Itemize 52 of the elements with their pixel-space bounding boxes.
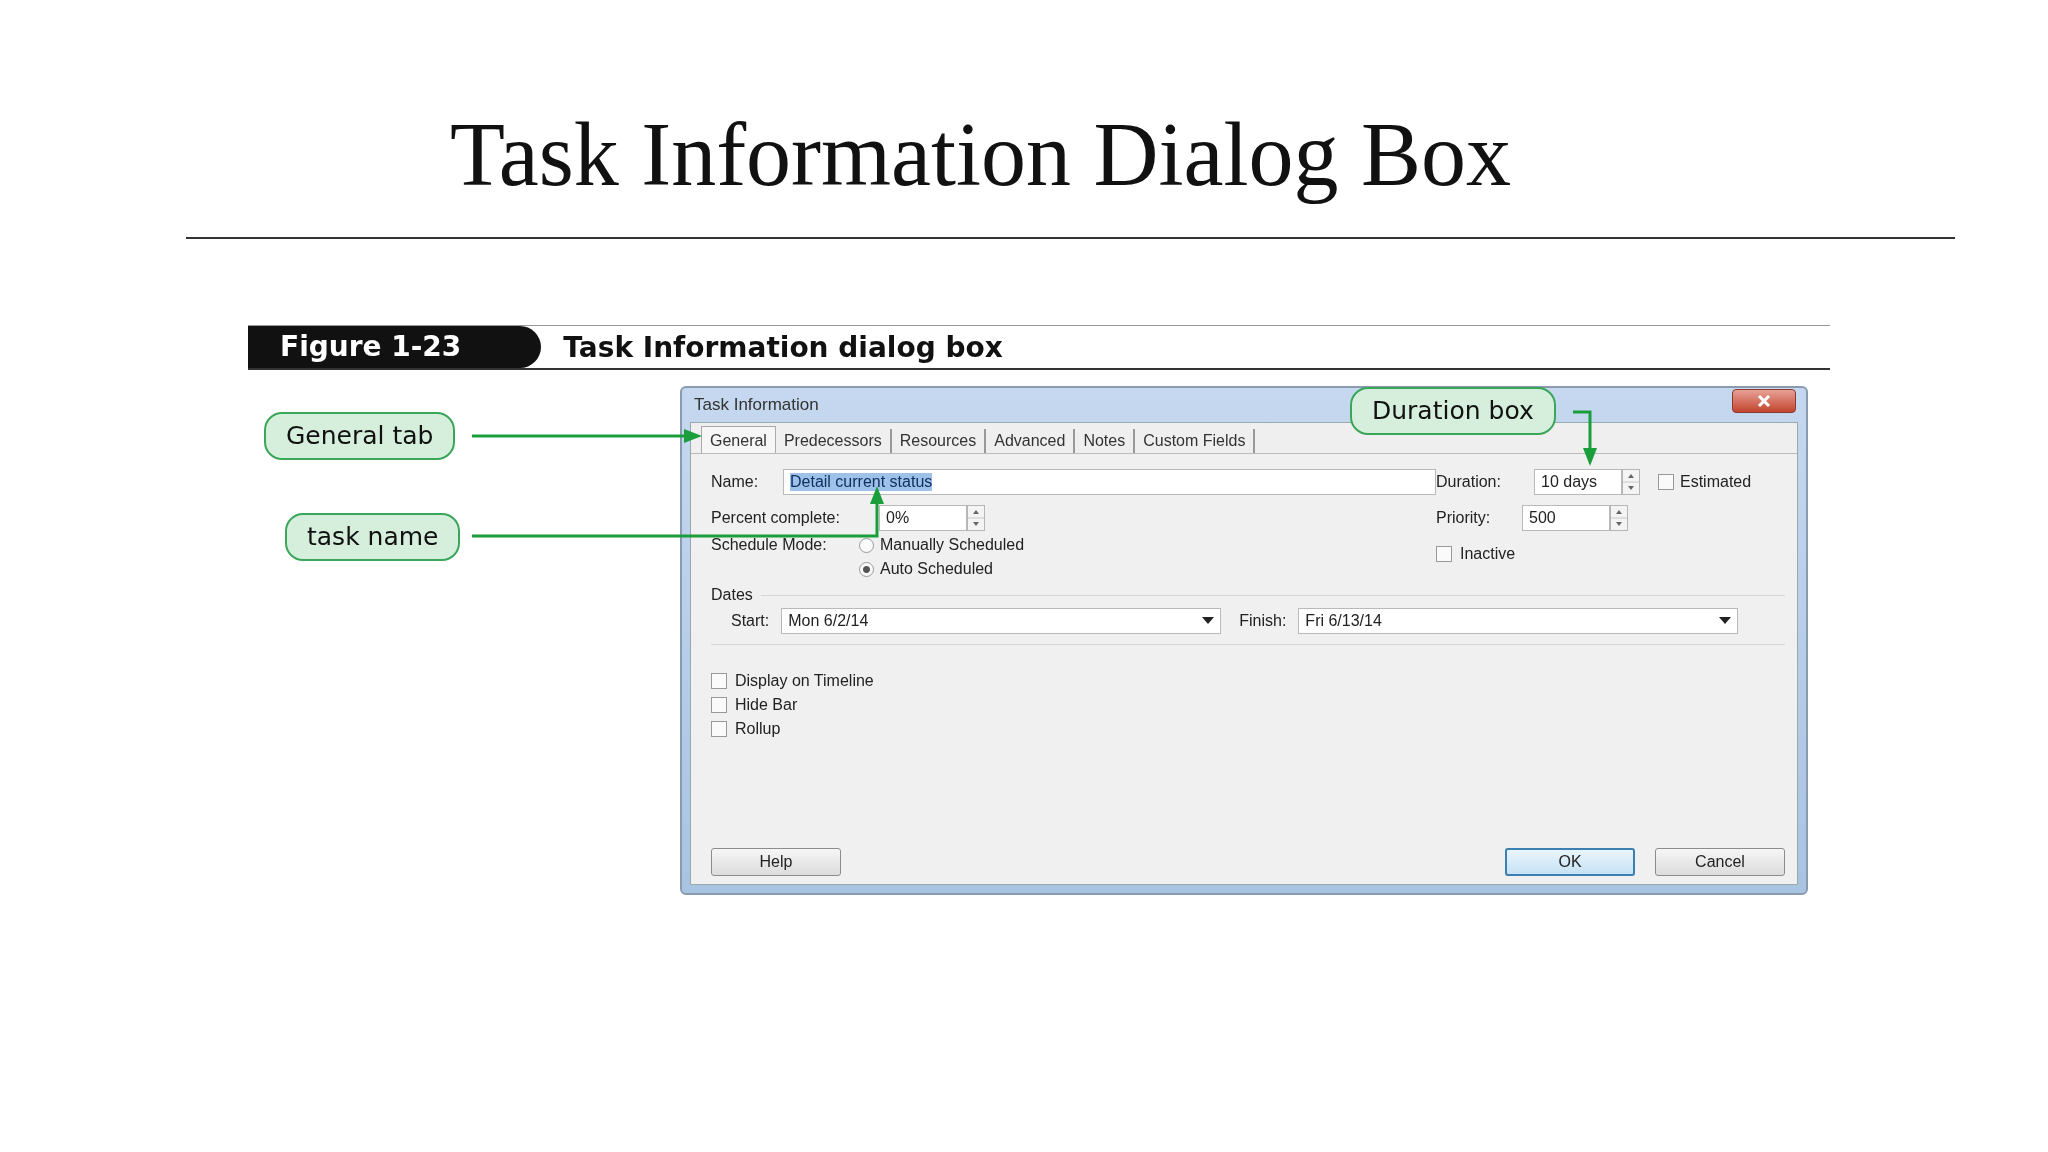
figure-caption: Task Information dialog box [563,330,1003,364]
checkbox-label: Display on Timeline [735,672,874,690]
slide-title: Task Information Dialog Box [450,104,1512,206]
field-label: Duration: [1436,473,1502,491]
spinner-arrows-icon [1610,505,1628,531]
radio-button[interactable] [859,561,874,577]
field-label: Priority: [1436,509,1492,527]
checkbox[interactable] [711,721,727,737]
callout-label: General tab [264,412,456,460]
dialog-title: Task Information [694,395,819,415]
group-label: Dates [711,586,753,604]
field-label: Percent complete: [711,509,841,527]
field-value: Detail current status [790,473,933,491]
checkbox-label: Hide Bar [735,696,798,714]
checkbox[interactable] [711,697,727,713]
priority-field[interactable]: 500 [1522,505,1610,531]
dropdown-arrow-icon [1202,617,1215,625]
checkbox-label: Inactive [1460,545,1516,563]
help-button[interactable]: Help [711,848,841,876]
percent-field[interactable]: 0% [879,505,967,531]
field-value: Fri 6/13/14 [1305,612,1382,630]
spinner-arrows-icon [1622,469,1640,495]
field-label: Schedule Mode: [711,536,828,554]
start-date-dropdown[interactable]: Mon 6/2/14 [781,608,1222,634]
finish-date-dropdown[interactable]: Fri 6/13/14 [1298,608,1739,634]
cancel-button[interactable]: Cancel [1655,848,1785,876]
callout-label: Duration box [1350,387,1556,435]
close-button[interactable] [1732,389,1796,413]
field-label: Finish: [1239,612,1287,630]
checkbox[interactable] [1436,546,1452,562]
figure-number: Figure 1-23 [248,326,542,368]
tab[interactable]: General [701,426,776,453]
radio-label: Auto Scheduled [880,560,993,578]
callout-arrow [1573,410,1597,466]
field-label: Name: [711,473,760,491]
field-value: Mon 6/2/14 [788,612,869,630]
callout-label: task name [285,513,461,561]
ok-button[interactable]: OK [1505,848,1635,876]
spinner-arrows-icon [967,505,985,531]
duration-field[interactable]: 10 days [1534,469,1622,495]
radio-label: Manually Scheduled [880,536,1025,554]
field-value: 0% [886,509,910,527]
checkbox[interactable] [711,673,727,689]
close-icon [1757,395,1771,407]
field-value: 10 days [1541,473,1598,491]
field-value: 500 [1529,509,1556,527]
checkbox-label: Estimated [1680,473,1752,491]
dropdown-arrow-icon [1719,617,1732,625]
name-field[interactable]: Detail current status [783,469,1436,495]
checkbox-label: Rollup [735,720,781,738]
field-label: Start: [731,612,770,630]
checkbox[interactable] [1658,474,1674,490]
